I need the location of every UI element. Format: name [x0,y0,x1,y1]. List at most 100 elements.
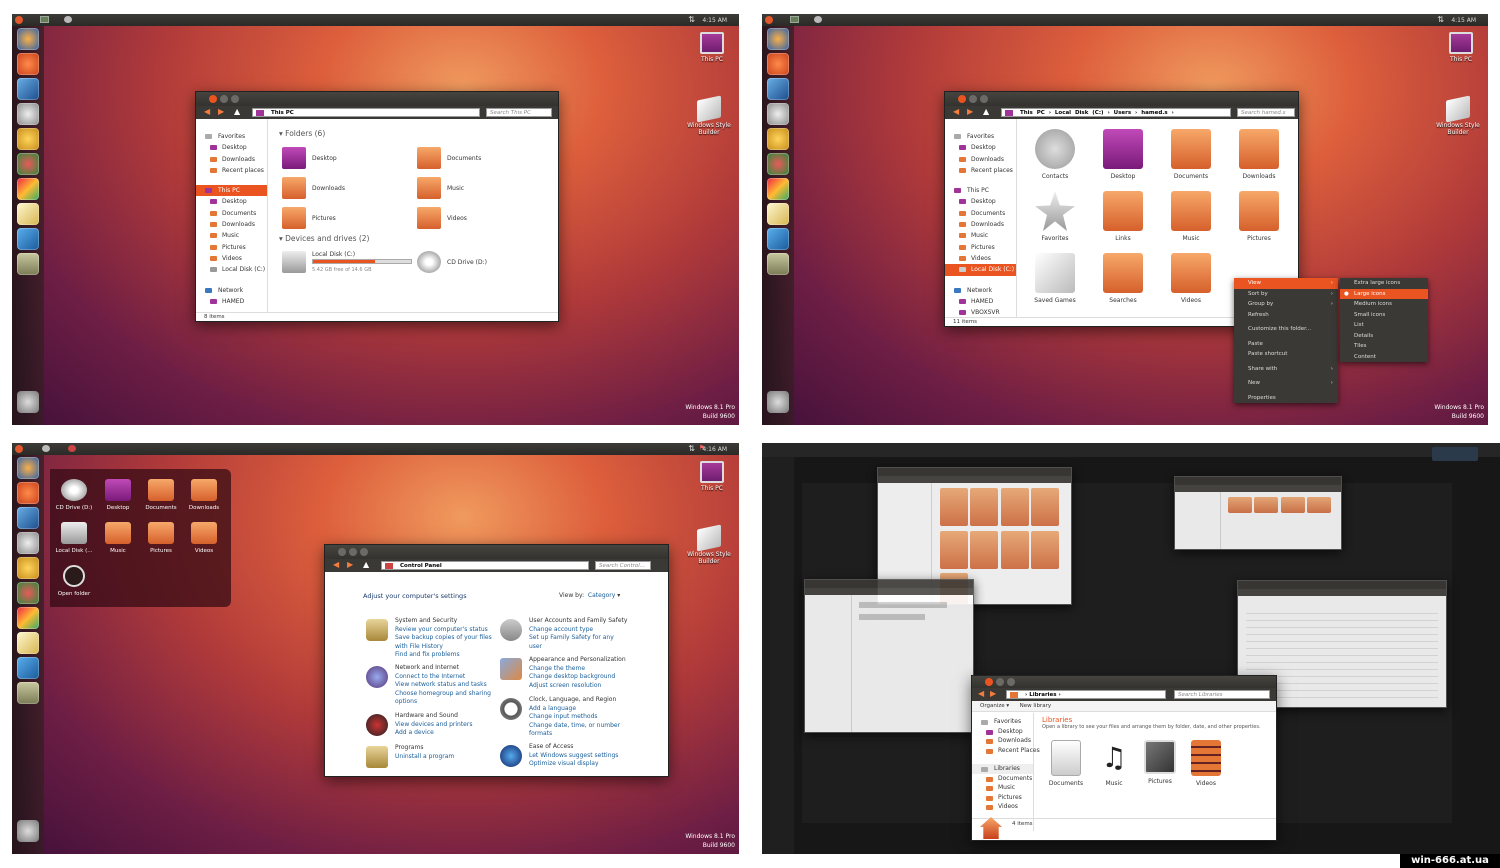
up-button[interactable]: ▲ [234,108,240,116]
library-item[interactable]: Documents [1042,740,1090,787]
search-input[interactable]: Search hamed.s [1237,108,1295,117]
settings-gear-icon[interactable] [767,103,789,125]
drive-item-d[interactable]: CD Drive (D:) [417,251,537,275]
chrome-icon[interactable] [17,582,39,604]
title-bar[interactable] [972,676,1276,688]
menu-item-sort-by[interactable]: Sort by › [1234,289,1338,300]
sidebar-item[interactable]: Desktop [945,142,1016,153]
menu-item-tiles[interactable]: Tiles [1340,341,1428,352]
up-button[interactable]: ▲ [363,561,369,569]
category-user-accounts[interactable]: User Accounts and Family Safety Change a… [497,617,637,651]
folder-item[interactable]: Desktop [282,147,402,171]
menu-item-paste[interactable]: Paste [1234,339,1338,350]
folder-item[interactable]: Videos [1163,253,1219,304]
breadcrumb-user[interactable]: hamed.s [1141,110,1167,116]
users-icon[interactable] [767,128,789,150]
sidebar-item[interactable]: Downloads [945,219,1016,230]
group-header[interactable]: ▾ Devices and drives (2) [279,234,370,243]
users-icon[interactable] [17,557,39,579]
folder-item[interactable]: Contacts [1027,129,1083,180]
menu-item-extra-large-icons[interactable]: Extra large icons [1340,278,1428,289]
network-icon[interactable]: ⇅ [1437,15,1444,24]
folder-item[interactable]: Pictures [1231,191,1287,242]
folder-item[interactable]: Links [1095,191,1151,242]
menu-item-group-by[interactable]: Group by › [1234,299,1338,310]
sidebar-item-favorites[interactable]: Favorites [196,131,267,142]
calculator-icon[interactable] [17,253,39,275]
sidebar-item-this-pc[interactable]: This PC [945,185,1016,196]
minimize-button[interactable] [996,678,1004,686]
folder-item[interactable]: Downloads [1231,129,1287,180]
breadcrumb-local-disk[interactable]: Local Disk (C:) [1055,110,1104,116]
desktop-icon[interactable] [790,16,799,23]
minimize-button[interactable] [349,548,357,556]
back-button[interactable]: ◀ [204,108,210,116]
library-item[interactable]: ♫ Music [1090,740,1138,787]
skype-icon[interactable] [767,228,789,250]
sidebar-item[interactable]: HAMED [945,296,1016,307]
ubuntu-icon[interactable] [17,53,39,75]
forward-button[interactable]: ▶ [347,561,353,569]
clock[interactable]: 4:15 AM [702,17,727,24]
dash-item[interactable]: Desktop [96,479,140,511]
category-programs[interactable]: Programs Uninstall a program [363,744,503,768]
trash-icon[interactable] [17,391,39,413]
sidebar-item[interactable]: Pictures [196,242,267,253]
category-hardware[interactable]: Hardware and Sound View devices and prin… [363,712,503,738]
paint-icon[interactable] [17,78,39,100]
maximize-button[interactable] [980,95,988,103]
forward-button[interactable]: ▶ [218,108,224,116]
desktop-icon-this-pc[interactable]: This PC [693,461,731,492]
title-bar[interactable] [945,92,1298,106]
category-appearance[interactable]: Appearance and Personalization Change th… [497,656,637,690]
dash-item[interactable]: Pictures [139,522,183,554]
close-button[interactable] [958,95,966,103]
menu-item-customize[interactable]: Customize this folder... [1234,324,1338,335]
sidebar-item-favorites[interactable]: Favorites [972,717,1033,727]
menu-item-list[interactable]: List [1340,320,1428,331]
sidebar-item[interactable]: Music [972,783,1033,793]
maximize-button[interactable] [360,548,368,556]
sidebar-item[interactable]: Local Disk (C:) [196,264,267,275]
sidebar-item[interactable]: Pictures [945,242,1016,253]
menu-item-share-with[interactable]: Share with › [1234,364,1338,375]
sidebar-item-network[interactable]: Network [196,285,267,296]
clock[interactable]: 4:16 AM [702,446,727,453]
back-button[interactable]: ◀ [978,690,984,698]
sidebar-item[interactable]: Documents [972,774,1033,784]
menu-item-medium-icons[interactable]: Medium icons [1340,299,1428,310]
drive-item-c[interactable]: Local Disk (C:) 5.42 GB free of 14.6 GB [282,251,412,275]
picture-icon[interactable] [17,178,39,200]
sidebar-item[interactable]: Downloads [945,154,1016,165]
switcher-thumbnail-computer[interactable] [804,579,974,733]
sidebar-item-libraries[interactable]: Libraries [972,764,1033,774]
address-bar[interactable]: This PC [252,108,480,117]
ubuntu-logo-icon[interactable] [15,445,23,453]
app-icon[interactable] [42,445,50,452]
breadcrumb-users[interactable]: Users [1114,110,1131,116]
category-ease-of-access[interactable]: Ease of Access Let Windows suggest setti… [497,743,637,769]
desktop-icon-wsb[interactable]: Windows Style Builder [687,524,731,565]
menu-item-view[interactable]: View › [1234,278,1338,289]
picture-icon[interactable] [17,607,39,629]
network-icon[interactable]: ⇅ [688,444,695,453]
maximize-button[interactable] [1007,678,1015,686]
picture-icon[interactable] [767,178,789,200]
calculator-icon[interactable] [17,682,39,704]
menu-item-details[interactable]: Details [1340,331,1428,342]
sidebar-item[interactable]: Desktop [972,727,1033,737]
dash-item[interactable]: Downloads [182,479,226,511]
category-network[interactable]: Network and Internet Connect to the Inte… [363,664,503,707]
chrome-icon[interactable] [17,153,39,175]
folder-item[interactable]: Favorites [1027,191,1083,242]
sidebar-item[interactable]: Recent places [945,165,1016,176]
folder-item[interactable]: Documents [417,147,537,171]
open-folder-button[interactable]: Open folder [52,565,96,597]
folder-item[interactable]: Saved Games [1027,253,1083,304]
sidebar-item-this-pc[interactable]: This PC [196,185,267,197]
back-button[interactable]: ◀ [953,108,959,116]
app-icon[interactable] [64,16,72,23]
sidebar-item-local-disk[interactable]: Local Disk (C:) [945,264,1016,276]
sidebar-item[interactable]: Videos [196,253,267,264]
sidebar-item[interactable]: Recent places [196,165,267,176]
